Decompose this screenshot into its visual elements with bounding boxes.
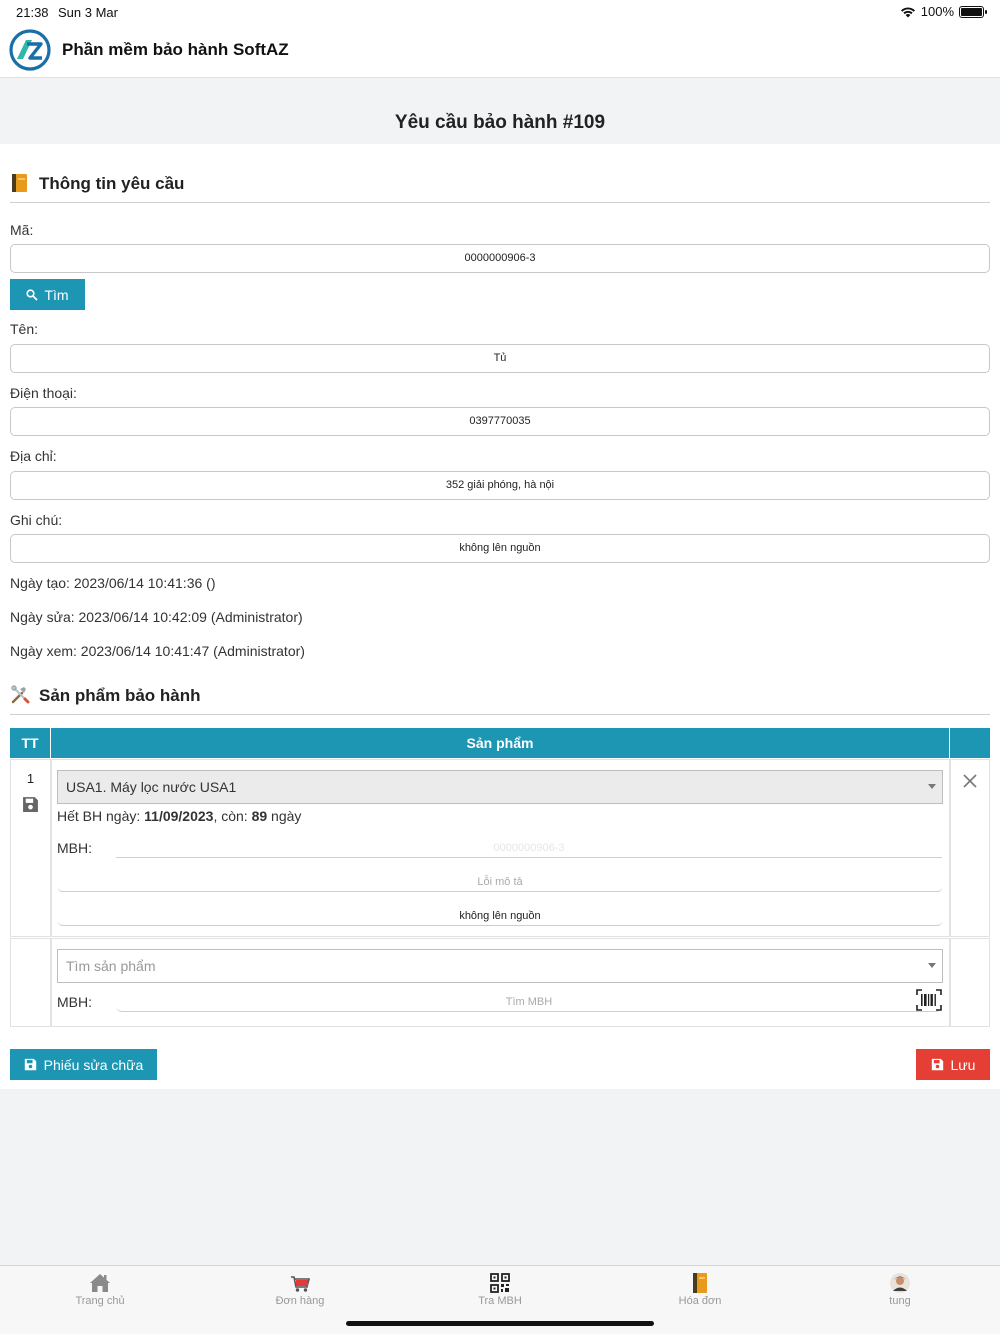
remaining-days: 89 — [251, 808, 268, 824]
home-indicator — [346, 1321, 654, 1326]
find-button-label: Tìm — [44, 286, 69, 303]
save-icon — [24, 1058, 36, 1071]
address-input[interactable]: 352 giải phóng, hà nội — [10, 471, 990, 500]
row-index: 1 — [26, 771, 35, 786]
code-input[interactable]: 0000000906-3 — [10, 244, 990, 273]
softaz-logo-icon — [9, 29, 51, 71]
remaining-suffix: ngày — [267, 808, 302, 824]
save-icon — [931, 1058, 943, 1071]
mbh-label: MBH: — [57, 840, 92, 856]
chevron-down-icon — [928, 963, 936, 968]
product-select[interactable]: USA1. Máy lọc nước USA1 — [57, 770, 943, 804]
fault-description-input[interactable]: Lỗi mô tả — [57, 872, 943, 892]
cart-icon — [291, 1276, 311, 1292]
request-info-section-title: Thông tin yêu cầu — [10, 173, 990, 203]
qr-code-icon — [490, 1273, 510, 1293]
status-time: 21:38 — [16, 5, 49, 20]
repair-ticket-label: Phiếu sửa chữa — [43, 1056, 144, 1073]
created-date: Ngày tạo: 2023/06/14 10:41:36 () — [10, 575, 216, 591]
tools-icon — [11, 685, 30, 704]
tab-invoices[interactable]: Hóa đơn — [600, 1266, 800, 1316]
product-search-select[interactable]: Tìm sản phẩm — [57, 949, 943, 983]
modified-date: Ngày sửa: 2023/06/14 10:42:09 (Administr… — [10, 609, 303, 625]
name-label: Tên: — [10, 321, 39, 337]
avatar-icon — [890, 1273, 910, 1293]
tab-label: tung — [889, 1295, 911, 1307]
new-row-index-cell — [10, 938, 51, 1027]
column-header-index: TT — [10, 728, 50, 758]
wifi-icon — [900, 7, 915, 17]
tab-label: Tra MBH — [478, 1295, 522, 1307]
search-icon — [26, 288, 39, 301]
new-mbh-label: MBH: — [57, 994, 92, 1010]
status-right: 100% — [900, 4, 987, 19]
notebook-icon — [12, 174, 27, 192]
invoice-book-icon — [693, 1273, 707, 1293]
tab-user[interactable]: tung — [800, 1266, 1000, 1316]
save-button[interactable]: Lưu — [916, 1049, 990, 1080]
page-title-band — [0, 78, 1000, 144]
tab-label: Đơn hàng — [275, 1295, 325, 1307]
close-icon[interactable] — [963, 774, 977, 788]
battery-icon — [959, 5, 987, 18]
home-icon — [90, 1274, 110, 1292]
status-date: Sun 3 Mar — [58, 5, 118, 20]
code-label: Mã: — [10, 222, 34, 238]
mbh-input[interactable]: 0000000906-3 — [116, 838, 942, 858]
barcode-scan-icon[interactable] — [916, 989, 942, 1011]
product-search-placeholder: Tìm sản phẩm — [66, 958, 156, 974]
note-label: Ghi chú: — [10, 512, 63, 528]
row-action-cell — [950, 759, 990, 937]
row-index-cell: 1 — [10, 759, 51, 937]
repair-ticket-button[interactable]: Phiếu sửa chữa — [10, 1049, 157, 1080]
status-bar: 21:38 Sun 3 Mar 100% — [0, 0, 1000, 24]
section-title-text: Thông tin yêu cầu — [39, 174, 185, 193]
battery-percent: 100% — [920, 4, 954, 19]
products-section-title: Sản phẩm bảo hành — [10, 685, 990, 715]
warranty-info: Hết BH ngày: 11/09/2023, còn: 89 ngày — [57, 808, 301, 824]
page-title: Yêu cầu bảo hành #109 — [394, 112, 606, 133]
note-input[interactable]: không lên nguồn — [10, 534, 990, 563]
column-header-actions — [950, 728, 990, 758]
tab-orders[interactable]: Đơn hàng — [200, 1266, 400, 1316]
save-button-label: Lưu — [950, 1056, 976, 1073]
phone-label: Điện thoại: — [10, 385, 77, 401]
new-row-action-cell — [950, 938, 990, 1027]
viewed-date: Ngày xem: 2023/06/14 10:41:47 (Administr… — [10, 643, 305, 659]
find-button[interactable]: Tìm — [10, 279, 85, 310]
app-header: Phần mềm bảo hành SoftAZ — [0, 24, 1000, 78]
remaining-prefix: , còn: — [213, 808, 252, 824]
tab-label: Trang chủ — [75, 1295, 125, 1307]
phone-input[interactable]: 0397770035 — [10, 407, 990, 436]
column-header-product: Sản phẩm — [51, 728, 949, 758]
fault-value-input[interactable]: không lên nguồn — [57, 906, 943, 926]
address-label: Địa chỉ: — [10, 448, 57, 464]
product-select-value: USA1. Máy lọc nước USA1 — [66, 779, 237, 795]
section-title-text: Sản phẩm bảo hành — [39, 686, 201, 705]
warranty-prefix: Hết BH ngày: — [57, 808, 145, 824]
save-row-icon[interactable] — [22, 796, 39, 813]
tab-home[interactable]: Trang chủ — [0, 1266, 200, 1316]
app-title: Phần mềm bảo hành SoftAZ — [62, 40, 289, 59]
tab-lookup-mbh[interactable]: Tra MBH — [400, 1266, 600, 1316]
chevron-down-icon — [928, 784, 936, 789]
name-input[interactable]: Tủ — [10, 344, 990, 373]
mbh-search-input[interactable]: Tìm MBH — [116, 992, 942, 1012]
bottom-band — [0, 1089, 1000, 1265]
warranty-date: 11/09/2023 — [144, 808, 214, 824]
tab-label: Hóa đơn — [678, 1295, 722, 1307]
